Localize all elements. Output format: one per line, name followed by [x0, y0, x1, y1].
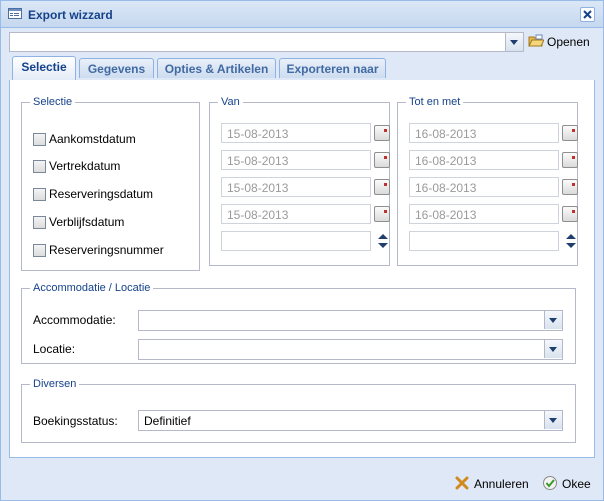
accommodatie-label: Accommodatie: [33, 313, 116, 327]
cancel-label: Annuleren [474, 477, 529, 491]
boekingsstatus-select[interactable]: Definitief [138, 410, 563, 431]
van-date-aankomst-value: 15-08-2013 [227, 127, 289, 141]
tot-date-reservering[interactable]: 16-08-2013 [409, 177, 578, 197]
export-wizard-window: Export wizzard Openen Selectie Gegevens … [0, 0, 604, 501]
tab-gegevens[interactable]: Gegevens [79, 58, 154, 78]
tot-date-verblijf-value: 16-08-2013 [415, 208, 477, 222]
export-template-select[interactable] [9, 32, 524, 52]
checkbox-verblijfsdatum[interactable] [33, 216, 46, 229]
selectie-panel: Selectie Aankomstdatum Vertrekdatum Rese… [9, 80, 595, 458]
van-date-vertrek[interactable]: 15-08-2013 [221, 150, 390, 170]
chevron-down-icon[interactable] [544, 311, 562, 329]
calendar-icon[interactable] [374, 179, 390, 195]
tot-date-reservering-value: 16-08-2013 [415, 181, 477, 195]
selectie-legend: Selectie [33, 96, 73, 108]
van-date-aankomst[interactable]: 15-08-2013 [221, 123, 390, 143]
close-button[interactable] [580, 7, 595, 22]
checkbox-reserveringsnummer[interactable] [33, 244, 46, 257]
tot-reserveringsnummer-field[interactable] [409, 231, 576, 251]
locatie-select[interactable] [138, 339, 563, 360]
boekingsstatus-value: Definitief [144, 414, 191, 428]
locatie-label: Locatie: [33, 342, 76, 356]
van-date-verblijf-value: 15-08-2013 [227, 208, 289, 222]
calendar-icon[interactable] [562, 125, 578, 141]
van-date-reservering-value: 15-08-2013 [227, 181, 289, 195]
diversen-fieldset: Diversen Boekingsstatus: Definitief [21, 378, 576, 443]
label-reserveringsdatum: Reserveringsdatum [49, 187, 154, 201]
close-icon [583, 10, 592, 19]
tab-opties-artikelen[interactable]: Opties & Artikelen [157, 58, 276, 78]
spinner-icon[interactable] [564, 232, 578, 251]
calendar-icon[interactable] [374, 125, 390, 141]
chevron-down-icon[interactable] [505, 33, 523, 51]
van-legend: Van [221, 96, 240, 108]
tab-exporteren-naar[interactable]: Exporteren naar [279, 58, 386, 78]
diversen-legend: Diversen [33, 378, 77, 390]
van-date-verblijf[interactable]: 15-08-2013 [221, 204, 390, 224]
folder-open-icon [528, 34, 544, 47]
chevron-down-icon[interactable] [544, 340, 562, 358]
calendar-icon[interactable] [562, 206, 578, 222]
cancel-icon [455, 476, 469, 490]
tab-selectie[interactable]: Selectie [12, 56, 76, 80]
label-verblijfsdatum: Verblijfsdatum [49, 215, 125, 229]
title-bar: Export wizzard [1, 1, 603, 28]
tab-opties-artikelen-label: Opties & Artikelen [164, 62, 269, 76]
checkbox-aankomstdatum[interactable] [33, 133, 46, 146]
tot-date-verblijf[interactable]: 16-08-2013 [409, 204, 578, 224]
tot-en-met-legend: Tot en met [409, 96, 461, 108]
van-fieldset: Van 15-08-2013 15-08-2013 15-08-2013 15-… [209, 96, 390, 266]
tot-date-aankomst-value: 16-08-2013 [415, 127, 477, 141]
tab-bar: Selectie Gegevens Opties & Artikelen Exp… [9, 56, 595, 81]
calendar-icon[interactable] [562, 179, 578, 195]
checkmark-icon [543, 476, 557, 490]
window-title: Export wizzard [28, 8, 113, 22]
open-label: Openen [547, 35, 590, 49]
tot-date-aankomst[interactable]: 16-08-2013 [409, 123, 578, 143]
accommodatie-fieldset: Accommodatie / Locatie Accommodatie: Loc… [21, 282, 576, 364]
accommodatie-legend: Accommodatie / Locatie [33, 282, 151, 294]
tot-date-vertrek[interactable]: 16-08-2013 [409, 150, 578, 170]
tot-en-met-fieldset: Tot en met 16-08-2013 16-08-2013 16-08-2… [397, 96, 578, 266]
calendar-icon[interactable] [374, 206, 390, 222]
chevron-down-icon[interactable] [544, 411, 562, 429]
boekingsstatus-label: Boekingsstatus: [33, 414, 118, 428]
tot-date-vertrek-value: 16-08-2013 [415, 154, 477, 168]
checkbox-reserveringsdatum[interactable] [33, 188, 46, 201]
checkbox-vertrekdatum[interactable] [33, 160, 46, 173]
window-icon [8, 8, 22, 19]
van-reserveringsnummer-field[interactable] [221, 231, 388, 251]
spinner-icon[interactable] [376, 232, 390, 251]
tab-gegevens-label: Gegevens [87, 62, 146, 76]
accommodatie-select[interactable] [138, 310, 563, 331]
label-vertrekdatum: Vertrekdatum [49, 159, 121, 173]
label-reserveringsnummer: Reserveringsnummer [49, 243, 164, 257]
selectie-fieldset: Selectie Aankomstdatum Vertrekdatum Rese… [21, 96, 200, 271]
label-aankomstdatum: Aankomstdatum [49, 132, 136, 146]
van-date-reservering[interactable]: 15-08-2013 [221, 177, 390, 197]
ok-label: Okee [562, 477, 591, 491]
calendar-icon[interactable] [562, 152, 578, 168]
van-date-vertrek-value: 15-08-2013 [227, 154, 289, 168]
tab-exporteren-naar-label: Exporteren naar [286, 62, 379, 76]
calendar-icon[interactable] [374, 152, 390, 168]
tab-selectie-label: Selectie [21, 60, 67, 74]
